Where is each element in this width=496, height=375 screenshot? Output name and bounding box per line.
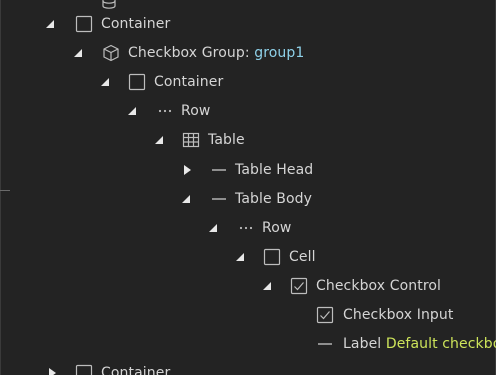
container-icon [128, 73, 146, 91]
expanded-triangle-icon[interactable] [44, 18, 56, 30]
expanded-triangle-icon[interactable] [126, 105, 138, 117]
tree-row-label: Container [154, 74, 224, 90]
expanded-triangle-icon[interactable] [180, 193, 192, 205]
expanded-triangle-icon[interactable] [234, 251, 246, 263]
tree-row-label: Checkbox Group: [128, 45, 250, 61]
expanded-triangle-icon[interactable] [207, 222, 219, 234]
expanded-triangle-icon[interactable] [261, 280, 273, 292]
tree-row-label: Checkbox Input [343, 307, 454, 323]
expanded-triangle-icon[interactable] [72, 47, 84, 59]
expanded-triangle-icon[interactable] [153, 134, 165, 146]
container-icon [263, 248, 281, 266]
tree-row-value: Default checkbox [385, 336, 496, 352]
tree-row-label: Table Body [235, 191, 312, 207]
dash-icon [316, 335, 334, 353]
database-icon [100, 0, 118, 10]
tree-row-label: Table Head [235, 162, 314, 178]
container-icon [75, 15, 93, 33]
collapsed-triangle-icon[interactable] [46, 367, 58, 375]
collapsed-triangle-icon[interactable] [181, 164, 193, 176]
tree-row-value: group1 [254, 45, 305, 61]
tree-row-label: Container [101, 16, 171, 32]
element-tree: Container Checkbox Group: group1 Contain… [0, 0, 496, 375]
panel-left-border [0, 0, 1, 375]
tree-row-label: Checkbox Control [316, 278, 442, 294]
tree-row-label: Cell [289, 249, 316, 265]
container-icon [75, 364, 93, 375]
tree-row-label: Row [262, 220, 292, 236]
dash-icon [210, 190, 228, 208]
tree-row-label: Row [181, 103, 211, 119]
tree-row-label: Container [101, 365, 171, 375]
resize-handle[interactable] [0, 190, 10, 191]
row-icon [156, 102, 174, 120]
checkbox-icon [290, 277, 308, 295]
checkbox-icon [316, 306, 334, 324]
tree-row-label: Label [343, 336, 382, 352]
table-icon [182, 131, 200, 149]
expanded-triangle-icon[interactable] [99, 76, 111, 88]
row-icon [237, 219, 255, 237]
tree-row-label: Table [208, 132, 245, 148]
cube-icon [102, 44, 120, 62]
dash-icon [210, 161, 228, 179]
